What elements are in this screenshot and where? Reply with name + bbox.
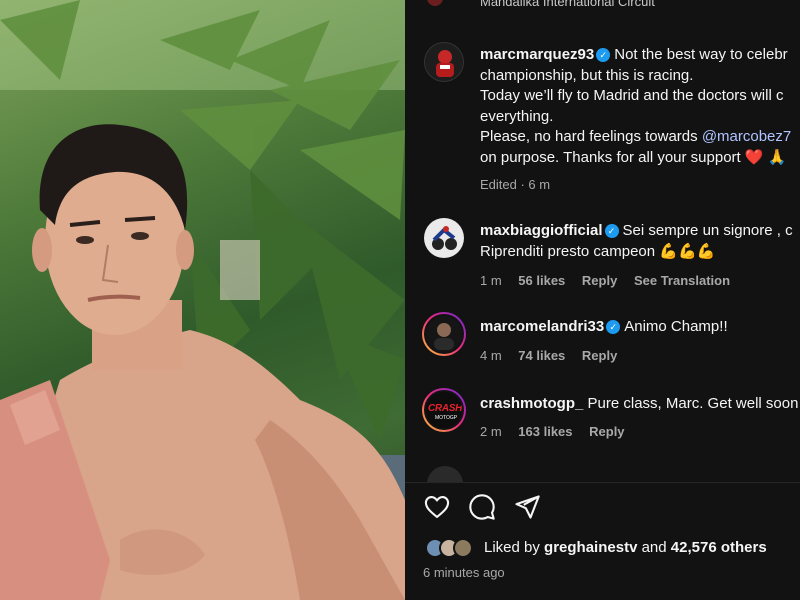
comment-username[interactable]: crashmotogp_ [480,395,583,412]
liked-user-link[interactable]: greghainestv [544,539,637,556]
photo-illustration [0,0,405,600]
comment-text-2: Riprenditi presto campeon [480,242,656,260]
caption-line-2: championship, but this is racing. [480,66,694,84]
post-actions-bar [405,482,800,532]
post-photo[interactable] [0,0,405,600]
reply-button[interactable]: Reply [589,424,624,439]
post-location[interactable]: Mandalika International Circuit [480,0,655,9]
liked-mid: and [641,539,667,556]
comment-meta: 1 m 56 likes Reply See Translation [480,273,743,288]
caption-edited: Edited · 6 m [480,177,551,192]
comment-time: 4 m [480,348,502,363]
crash-logo-text: CRASH [428,403,463,414]
comment-meta: 2 m 163 likes Reply [480,424,638,439]
verified-badge-icon: ✓ [596,48,611,62]
caption-line-6: on purpose. Thanks for all your support [480,148,741,166]
comment-text: Animo Champ!! [624,318,728,335]
comment-marcomelandri33: marcomelandri33 ✓ Animo Champ!! [480,317,800,338]
see-translation-button[interactable]: See Translation [634,273,730,288]
avatar-marcmarquez93[interactable] [424,42,464,82]
post-timestamp[interactable]: 6 minutes ago [423,565,505,580]
mention-link[interactable]: @marcobez7 [702,128,791,145]
comment-meta: 4 m 74 likes Reply [480,348,630,363]
caption-line-1: Not the best way to celebr [614,46,788,63]
moto-avatar-icon [425,219,463,257]
caption-username[interactable]: marcmarquez93 [480,46,594,63]
liked-by-text: Liked by greghainestv and 42,576 others [484,539,767,556]
comment-likes[interactable]: 163 likes [518,424,572,439]
heart-emoji: ❤️ [744,148,764,166]
comment-likes[interactable]: 56 likes [518,273,565,288]
avatar-crashmotogp[interactable]: CRASH MOTOGP [422,388,466,432]
verified-badge-icon: ✓ [604,224,619,238]
comment-likes[interactable]: 74 likes [518,348,565,363]
comment-maxbiaggiofficial: maxbiaggiofficial ✓ Sei sempre un signore … [480,221,800,262]
comment-text: Sei sempre un signore , c [622,222,793,239]
comment-username[interactable]: maxbiaggiofficial [480,222,603,239]
caption-line-4: everything. [480,107,554,125]
avatar-marcomelandri33[interactable] [422,312,466,356]
liked-prefix: Liked by [484,539,540,556]
crash-logo-sub: MOTOGP [435,415,458,421]
person-avatar-icon [434,323,454,350]
avatar-maxbiaggiofficial[interactable] [424,218,464,258]
comment-username[interactable]: marcomelandri33 [480,318,604,335]
liked-count-link[interactable]: 42,576 others [671,539,767,556]
paper-plane-icon[interactable] [513,493,541,521]
caption-line-5: Please, no hard feelings towards [480,128,698,145]
liked-by-avatars[interactable] [425,538,481,560]
heart-icon[interactable] [423,493,451,521]
caption-line-3: Today we’ll fly to Madrid and the doctor… [480,87,784,104]
rider-avatar-icon [436,50,454,77]
comment-crashmotogp: crashmotogp_ Pure class, Marc. Get well … [480,394,800,415]
verified-badge-icon: ✓ [606,320,621,334]
header-avatar[interactable] [427,0,443,6]
story-ring-avatar: CRASH MOTOGP [424,390,464,430]
flex-emoji: 💪💪💪 [659,242,716,260]
reply-button[interactable]: Reply [582,273,617,288]
comment-icon[interactable] [468,493,496,521]
comment-time: 2 m [480,424,502,439]
post-caption: marcmarquez93 ✓ Not the best way to celebr… [480,45,800,168]
comments-panel: Mandalika International Circuit marcmarq… [405,0,800,600]
story-ring-avatar [424,314,464,354]
comment-text: Pure class, Marc. Get well soon [587,395,799,412]
comment-time: 1 m [480,273,502,288]
mini-avatar [453,538,473,558]
pray-emoji: 🙏 [767,148,787,166]
reply-button[interactable]: Reply [582,348,617,363]
